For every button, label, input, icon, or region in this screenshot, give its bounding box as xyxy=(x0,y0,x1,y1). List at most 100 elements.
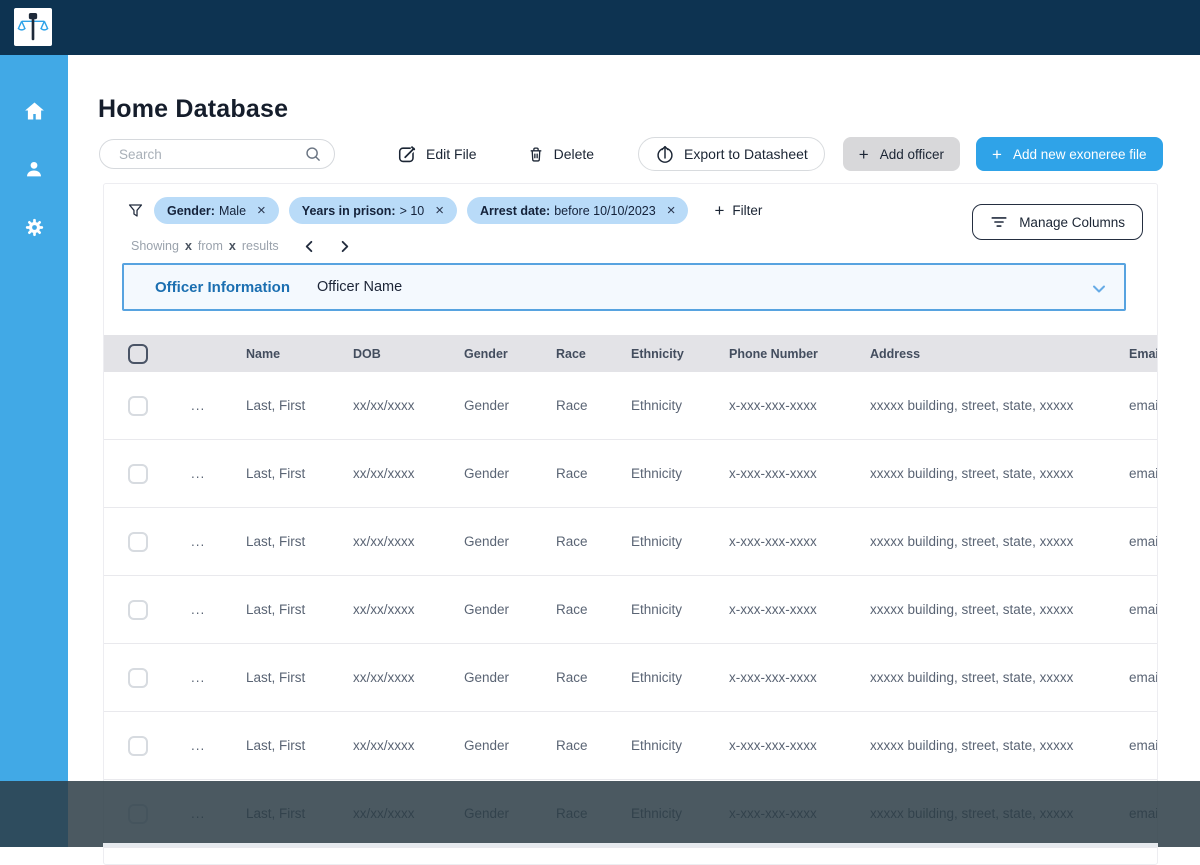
search-input[interactable] xyxy=(117,146,304,163)
cell-address: xxxxx building, street, state, xxxxx xyxy=(870,670,1129,685)
plus-icon: + xyxy=(992,146,1002,163)
col-header-name: Name xyxy=(246,347,353,361)
add-exoneree-button[interactable]: + Add new exoneree file xyxy=(976,137,1163,171)
cell-name: Last, First xyxy=(246,466,353,481)
col-header-race: Race xyxy=(556,347,631,361)
row-menu-button[interactable]: ... xyxy=(191,466,246,481)
filter-chip-label: Gender: xyxy=(167,204,215,218)
row-checkbox[interactable] xyxy=(128,668,148,688)
cell-ethnicity: Ethnicity xyxy=(631,466,729,481)
cell-address: xxxxx building, street, state, xxxxx xyxy=(870,534,1129,549)
chevron-right-icon xyxy=(338,240,351,253)
cell-name: Last, First xyxy=(246,670,353,685)
col-header-address: Address xyxy=(870,347,1129,361)
horizontal-scrollbar[interactable] xyxy=(103,843,1158,847)
select-all-checkbox[interactable] xyxy=(128,344,148,364)
column-group-selector[interactable]: Officer Information Officer Name xyxy=(122,263,1126,311)
edit-file-button[interactable]: Edit File xyxy=(397,144,477,164)
previous-page-button[interactable] xyxy=(303,240,316,253)
row-menu-button[interactable]: ... xyxy=(191,738,246,753)
user-icon xyxy=(23,158,45,180)
trash-icon xyxy=(527,145,545,164)
gear-icon xyxy=(23,216,46,239)
cell-email: email xyxy=(1129,534,1158,549)
delete-button[interactable]: Delete xyxy=(527,145,594,164)
col-header-phone: Phone Number xyxy=(729,347,870,361)
filter-chip-label: Arrest date: xyxy=(480,204,550,218)
page-title: Home Database xyxy=(98,95,288,124)
plus-icon: + xyxy=(714,202,724,219)
close-icon[interactable]: × xyxy=(667,203,676,218)
row-checkbox[interactable] xyxy=(128,736,148,756)
group-field-label: Officer Name xyxy=(317,279,402,295)
cell-email: email xyxy=(1129,670,1158,685)
cell-address: xxxxx building, street, state, xxxxx xyxy=(870,738,1129,753)
table-row: ... Last, First xx/xx/xxxx Gender Race E… xyxy=(104,372,1158,440)
export-datasheet-button[interactable]: Export to Datasheet xyxy=(638,137,825,171)
cell-phone: x-xxx-xxx-xxxx xyxy=(729,534,870,549)
results-summary: Showing x from x results xyxy=(129,237,351,255)
close-icon[interactable]: × xyxy=(257,203,266,218)
summary-count-shown: x xyxy=(185,239,192,253)
close-icon[interactable]: × xyxy=(435,203,444,218)
sidebar-item-users[interactable] xyxy=(22,157,46,181)
summary-text: results xyxy=(242,239,279,253)
cell-race: Race xyxy=(556,602,631,617)
cell-email: email xyxy=(1129,398,1158,413)
row-checkbox[interactable] xyxy=(128,464,148,484)
funnel-icon xyxy=(127,202,144,219)
cell-address: xxxxx building, street, state, xxxxx xyxy=(870,398,1129,413)
table-row: ... Last, First xx/xx/xxxx Gender Race E… xyxy=(104,508,1158,576)
delete-label: Delete xyxy=(554,146,594,162)
row-menu-button[interactable]: ... xyxy=(191,534,246,549)
filter-chip-value: Male xyxy=(219,204,246,218)
table-row: ... Last, First xx/xx/xxxx Gender Race E… xyxy=(104,712,1158,780)
manage-columns-label: Manage Columns xyxy=(1019,215,1125,230)
add-officer-button[interactable]: + Add officer xyxy=(843,137,960,171)
filter-chip-gender[interactable]: Gender: Male × xyxy=(154,197,279,224)
row-menu-button[interactable]: ... xyxy=(191,602,246,617)
row-checkbox[interactable] xyxy=(128,396,148,416)
cell-ethnicity: Ethnicity xyxy=(631,534,729,549)
chevron-down-icon[interactable] xyxy=(1091,281,1107,297)
row-menu-button[interactable]: ... xyxy=(191,398,246,413)
cell-phone: x-xxx-xxx-xxxx xyxy=(729,738,870,753)
cell-phone: x-xxx-xxx-xxxx xyxy=(729,466,870,481)
filter-row: Gender: Male × Years in prison: > 10 × A… xyxy=(127,197,768,224)
row-checkbox[interactable] xyxy=(128,532,148,552)
cell-dob: xx/xx/xxxx xyxy=(353,534,464,549)
cell-email: email xyxy=(1129,738,1158,753)
edit-pencil-icon xyxy=(397,144,417,164)
sidebar-item-settings[interactable] xyxy=(22,215,46,239)
cell-address: xxxxx building, street, state, xxxxx xyxy=(870,602,1129,617)
cell-name: Last, First xyxy=(246,534,353,549)
plus-icon: + xyxy=(859,146,869,163)
cell-dob: xx/xx/xxxx xyxy=(353,466,464,481)
filter-chip-value: > 10 xyxy=(400,204,425,218)
chevron-left-icon xyxy=(303,240,316,253)
add-filter-label: Filter xyxy=(732,203,762,218)
group-category-label: Officer Information xyxy=(155,279,290,296)
search-icon xyxy=(304,145,322,163)
filter-chip-label: Years in prison: xyxy=(302,204,396,218)
col-header-ethnicity: Ethnicity xyxy=(631,347,729,361)
search-box xyxy=(99,139,335,169)
cell-race: Race xyxy=(556,738,631,753)
row-checkbox[interactable] xyxy=(128,600,148,620)
cell-gender: Gender xyxy=(464,738,556,753)
sidebar-item-home[interactable] xyxy=(22,99,46,123)
row-menu-button[interactable]: ... xyxy=(191,670,246,685)
add-filter-button[interactable]: + Filter xyxy=(708,201,768,220)
cell-race: Race xyxy=(556,398,631,413)
next-page-button[interactable] xyxy=(338,240,351,253)
filter-chip-years[interactable]: Years in prison: > 10 × xyxy=(289,197,457,224)
cell-gender: Gender xyxy=(464,534,556,549)
cell-race: Race xyxy=(556,534,631,549)
table-header: Name DOB Gender Race Ethnicity Phone Num… xyxy=(104,335,1158,372)
manage-columns-button[interactable]: Manage Columns xyxy=(972,204,1143,240)
app-logo[interactable] xyxy=(14,8,52,46)
col-header-dob: DOB xyxy=(353,347,464,361)
home-icon xyxy=(23,100,46,123)
filter-chip-arrest-date[interactable]: Arrest date: before 10/10/2023 × xyxy=(467,197,688,224)
cell-race: Race xyxy=(556,466,631,481)
